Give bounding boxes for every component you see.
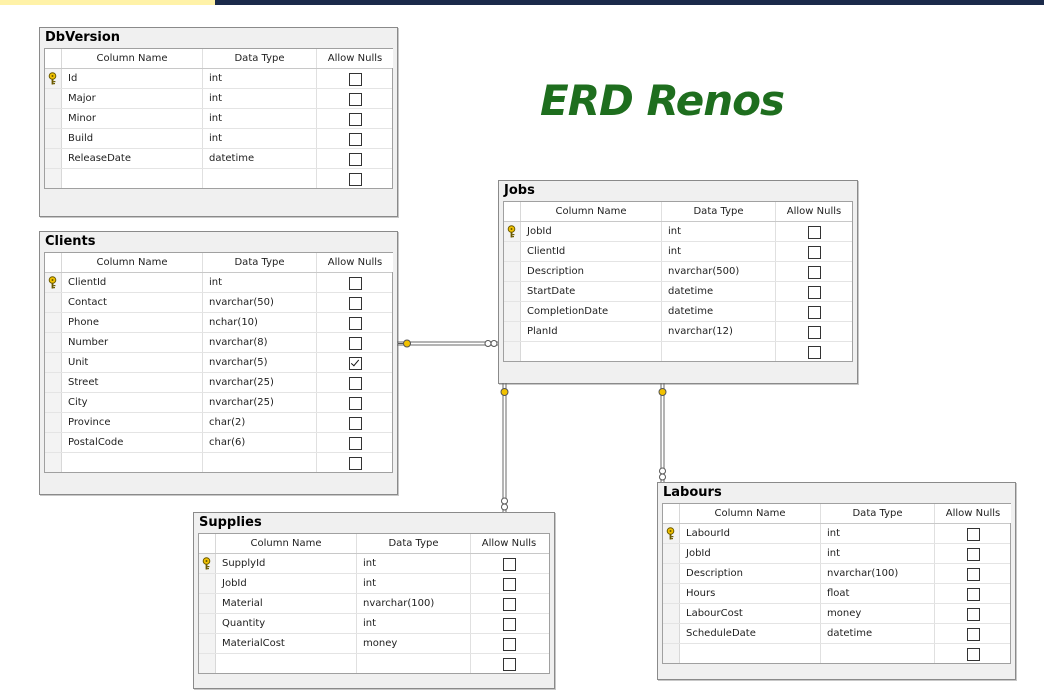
- key-endpoint-icon: [500, 388, 509, 396]
- key-endpoint-icon: [658, 388, 667, 396]
- infinity-endpoint-icon: [501, 497, 508, 511]
- infinity-endpoint-icon: [659, 467, 666, 481]
- relationship-jobs-labours[interactable]: [658, 383, 667, 482]
- relationship-jobs-supplies[interactable]: [500, 383, 509, 512]
- relationship-lines: [397, 339, 667, 512]
- key-endpoint-icon: [398, 339, 411, 348]
- relationship-clients-jobs[interactable]: [397, 339, 498, 348]
- infinity-endpoint-icon: [484, 340, 498, 347]
